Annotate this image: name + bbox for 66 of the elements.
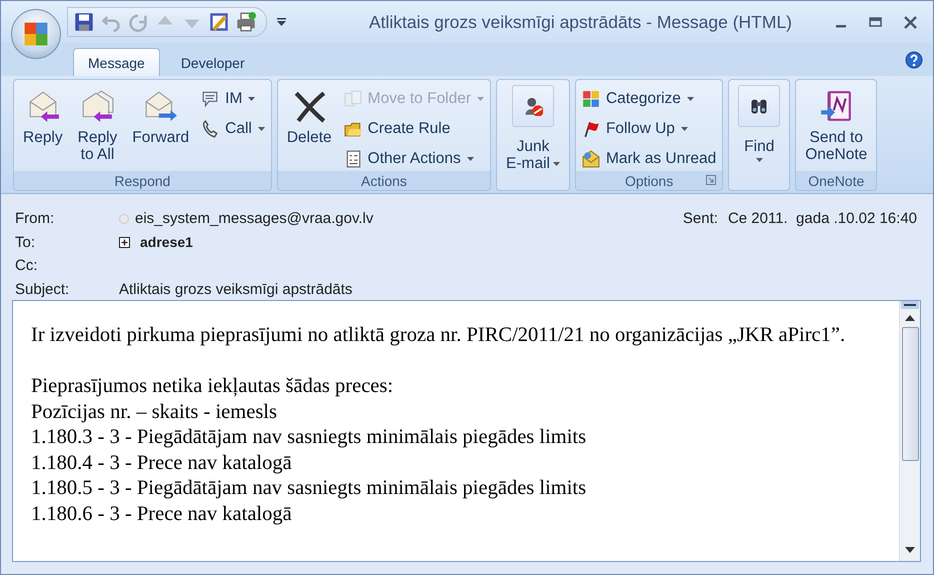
documents-icon <box>344 90 362 108</box>
ribbon-button[interactable]: Forward <box>128 84 194 147</box>
ribbon-button[interactable]: Reply <box>19 84 67 147</box>
message-line: Pieprasījumos netika iekļautas šādas preces: <box>31 374 394 399</box>
group-label: Options <box>624 172 674 188</box>
ribbon-tab[interactable]: Developer <box>166 48 260 76</box>
customize-toolbar-icon[interactable] <box>277 18 286 26</box>
help-icon[interactable] <box>905 50 923 68</box>
group-label: Actions <box>360 172 407 188</box>
expand-icon[interactable] <box>119 236 130 248</box>
field-label: Cc: <box>15 257 38 274</box>
message-line: 1.180.4 - 3 - Prece nav katalogā <box>31 450 293 476</box>
field-label: From: <box>15 210 56 228</box>
office-logo-icon <box>23 21 49 47</box>
notebook-icon <box>819 89 854 123</box>
envelope-icon <box>582 150 600 168</box>
split-handle-icon[interactable] <box>901 301 919 309</box>
sent-date: Ce 2011. gada .10.02 16:40 <box>728 210 917 228</box>
window-title: Atliktais grozs veiksmīgi apstrādāts - Message (HTML) <box>368 12 794 32</box>
message-line: Ir izveidoti pirkuma pieprasījumi no atliktā groza nr. PIRC/2011/21 no organizācijas „JKR aPirc1”. <box>31 323 846 348</box>
edit-icon[interactable] <box>209 12 229 32</box>
message-line: 1.180.3 - 3 - Piegādātājam nav sasniegts minimālais piegādes limits <box>31 425 588 450</box>
save-icon[interactable] <box>74 12 94 32</box>
phone-icon <box>201 120 220 138</box>
forward-icon <box>144 89 178 123</box>
message-line: Pozīcijas nr. – skaits - iemesls <box>31 400 278 424</box>
reply-all-icon <box>80 89 114 123</box>
chat-bubble-icon <box>201 90 220 108</box>
ribbon-button[interactable]: IM <box>200 88 266 110</box>
ribbon-button[interactable]: Call <box>200 118 266 140</box>
folder-icon <box>344 120 362 138</box>
close-icon[interactable] <box>904 16 917 28</box>
field-label: Subject: <box>15 280 70 298</box>
field-label: Sent: <box>682 210 718 228</box>
scroll-thumb[interactable] <box>902 327 918 461</box>
ribbon-button[interactable]: Other Actions <box>342 148 486 170</box>
ribbon-button[interactable]: Categorize <box>580 88 718 110</box>
ribbon-button[interactable]: Find <box>734 84 784 163</box>
group-label: Respond <box>114 172 170 188</box>
message-line: 1.180.5 - 3 - Piegādātājam nav sasniegts minimālais piegādes limits <box>31 476 588 501</box>
dialog-launcher-icon[interactable] <box>706 175 716 185</box>
scroll-up-icon[interactable] <box>905 315 915 321</box>
group-label: OneNote <box>808 172 864 188</box>
scrollbar[interactable] <box>899 301 920 561</box>
ribbon-button[interactable]: Reply to All <box>74 84 122 164</box>
ribbon-button[interactable]: Follow Up <box>580 118 718 140</box>
delete-icon <box>292 89 326 123</box>
person-blocked-icon <box>523 96 543 116</box>
field-label: To: <box>15 234 36 251</box>
print-icon[interactable] <box>236 12 256 32</box>
sender-address[interactable]: eis_system_messages@vraa.gov.lv <box>135 210 374 228</box>
ribbon-button[interactable]: Delete <box>282 84 336 147</box>
field-value: Atliktais grozs veiksmīgi apstrādāts <box>119 280 352 298</box>
scroll-down-icon[interactable] <box>905 547 915 553</box>
ribbon-button[interactable]: Send to OneNote <box>801 84 872 164</box>
message-line: 1.180.6 - 3 - Prece nav katalogā <box>31 502 293 526</box>
maximize-icon[interactable] <box>869 16 882 28</box>
recipient-name[interactable]: adrese1 <box>140 234 193 250</box>
ribbon-tab[interactable]: Message <box>73 48 160 76</box>
ribbon-button[interactable]: Create Rule <box>342 118 486 140</box>
office-button[interactable] <box>11 9 61 59</box>
presence-icon <box>119 214 129 224</box>
color-squares-icon <box>582 90 600 108</box>
ribbon-button[interactable]: Junk E-mail <box>502 84 564 173</box>
flag-icon <box>582 120 600 138</box>
ribbon-button[interactable]: Mark as Unread <box>580 148 718 170</box>
